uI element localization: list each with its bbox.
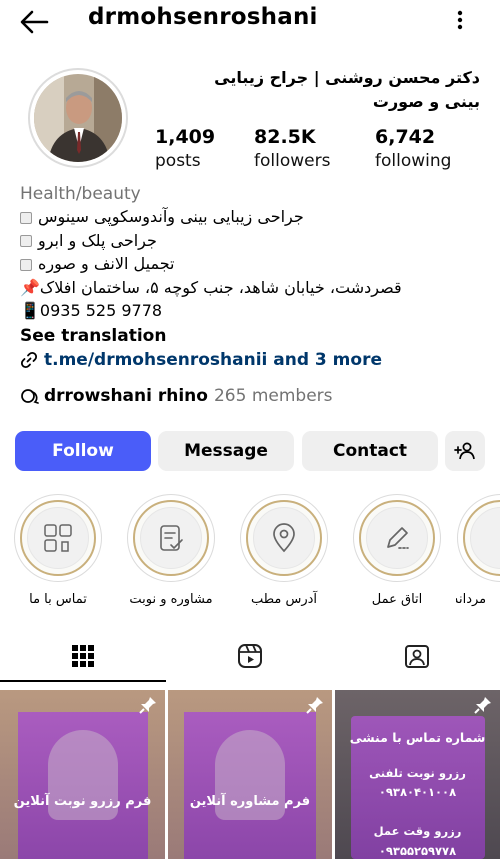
contact-icon (27, 507, 89, 569)
profile-username: drmohsenroshani (88, 4, 318, 30)
highlight-consult[interactable]: مشاوره و نوبت (126, 494, 216, 607)
tab-grid[interactable] (0, 630, 166, 682)
posts-label: posts (155, 151, 201, 171)
checkbox-icon (20, 211, 32, 224)
bio-link[interactable]: t.me/drmohsenroshanii and 3 more (20, 348, 382, 372)
contact-button[interactable]: Contact (302, 431, 438, 471)
active-tab-indicator (0, 680, 166, 682)
followers-stat[interactable]: 82.5K followers (254, 124, 330, 172)
checkbox-icon (20, 235, 32, 247)
link-icon (20, 351, 38, 369)
reels-icon (238, 644, 262, 668)
bio-line: جراحی زیبایی بینی وآندوسکوپی سینوس (20, 205, 480, 229)
highlight-operating-room[interactable]: اتاق عمل (352, 494, 442, 607)
channel-members: 265 members (213, 386, 333, 406)
tagged-icon (405, 645, 429, 668)
post-caption: فرم رزرو نوبت آنلاین (13, 794, 152, 809)
pin-icon (306, 696, 324, 718)
highlight-icon (470, 507, 500, 569)
profile-display-name: دکتر محسن روشنی | جراح زیبایی بینی و صور… (214, 68, 480, 111)
following-label: following (375, 151, 452, 171)
location-icon (253, 507, 315, 569)
followers-count: 82.5K (254, 126, 316, 148)
posts-grid: فرم رزرو نوبت آنلاین فرم مشاوره آنلاین ش… (0, 690, 500, 859)
post-tile[interactable]: شماره تماس با منشی رزرو نوبت تلفنی ۰۹۳۸۰… (335, 690, 500, 859)
channel-name: drrowshani rhino (44, 386, 208, 406)
following-count: 6,742 (375, 126, 436, 148)
grid-icon (72, 645, 94, 667)
bio-line: جراحی پلک و ابرو (20, 229, 480, 253)
bio-phone: 📱0935 525 9778 (20, 301, 163, 320)
see-translation-link[interactable]: See translation (20, 323, 480, 349)
profile-avatar[interactable] (28, 68, 128, 168)
highlight-label: اتاق عمل (371, 592, 423, 607)
post-text-line: شماره تماس با منشی (349, 730, 486, 745)
message-button[interactable]: Message (158, 431, 294, 471)
profile-bio: Health/beauty جراحی زیبایی بینی وآندوسکو… (20, 183, 480, 349)
back-arrow-icon[interactable] (18, 8, 50, 36)
category-label: Health/beauty (20, 184, 141, 204)
highlight-label: آدرس مطب (250, 592, 318, 607)
highlight-location[interactable]: آدرس مطب (239, 494, 329, 607)
threads-icon (21, 389, 39, 404)
followers-label: followers (254, 151, 331, 171)
follow-button[interactable]: Follow (15, 431, 151, 471)
post-caption: فرم مشاوره آنلاین (189, 794, 311, 809)
checkbox-icon (20, 258, 32, 271)
posts-count: 1,409 (155, 126, 216, 148)
highlight-label: مشاوره و نوبت (129, 592, 213, 607)
post-tile[interactable]: فرم رزرو نوبت آنلاین (0, 690, 165, 859)
following-stat[interactable]: 6,742 following (375, 124, 451, 172)
highlight-contact[interactable]: تماس با ما (13, 494, 103, 607)
post-tile[interactable]: فرم مشاوره آنلاین (168, 690, 332, 859)
tab-tagged[interactable] (334, 630, 500, 682)
post-text-line: رزرو نوبت تلفنی (369, 766, 466, 780)
add-user-button[interactable] (445, 431, 485, 471)
pin-icon (474, 696, 492, 718)
highlight-label: تماس با ما (29, 592, 87, 607)
avatar-image (34, 74, 122, 162)
add-person-icon (454, 442, 475, 460)
bio-line: تجمیل الانف و صوره (20, 252, 480, 276)
profile-tabs (0, 630, 500, 682)
broadcast-channel[interactable]: drrowshani rhino 265 members (20, 384, 333, 408)
post-text-line: ۰۹۳۸۰۴۰۱۰۰۸ (378, 785, 457, 799)
bio-address: قصردشت، خیابان شاهد، جنب کوچه ۵، ساختمان… (20, 277, 402, 297)
post-text-line: رزرو وقت عمل (373, 824, 462, 838)
more-options-icon[interactable] (450, 6, 470, 34)
link-text: t.me/drmohsenroshanii and 3 more (44, 350, 382, 370)
top-bar: drmohsenroshani (0, 0, 500, 46)
consult-icon (140, 507, 202, 569)
highlight-men[interactable]: مردانه (456, 494, 500, 607)
highlight-label: مردانه (456, 592, 487, 607)
post-text-line: ۰۹۳۵۵۲۵۹۷۷۸ (378, 844, 457, 858)
posts-stat[interactable]: 1,409 posts (155, 124, 215, 172)
pin-icon (139, 696, 157, 718)
pen-icon (366, 507, 428, 569)
tab-reels[interactable] (167, 630, 333, 682)
